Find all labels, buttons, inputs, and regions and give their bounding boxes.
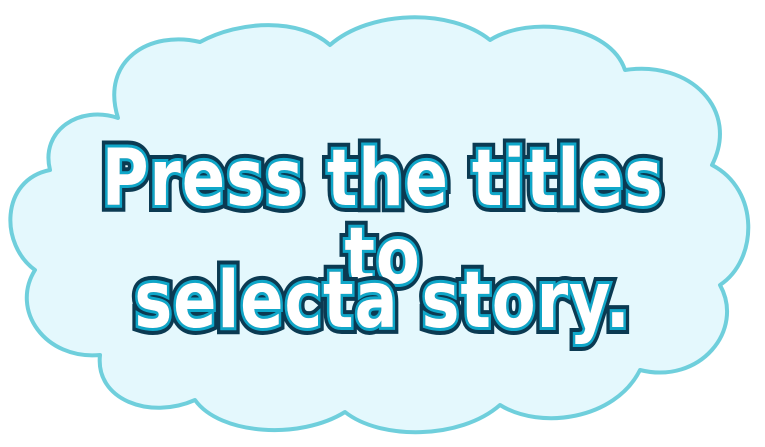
instruction-line-2-text: selecta story. selecta story. <box>129 255 636 347</box>
instruction-line-2: selecta story. selecta story. <box>69 255 696 347</box>
instruction-panel: Press the titles to Press the titles to … <box>0 0 765 447</box>
instruction-message: Press the titles to Press the titles to … <box>0 0 765 447</box>
instruction-line-2-fill: selecta story. <box>132 256 633 346</box>
